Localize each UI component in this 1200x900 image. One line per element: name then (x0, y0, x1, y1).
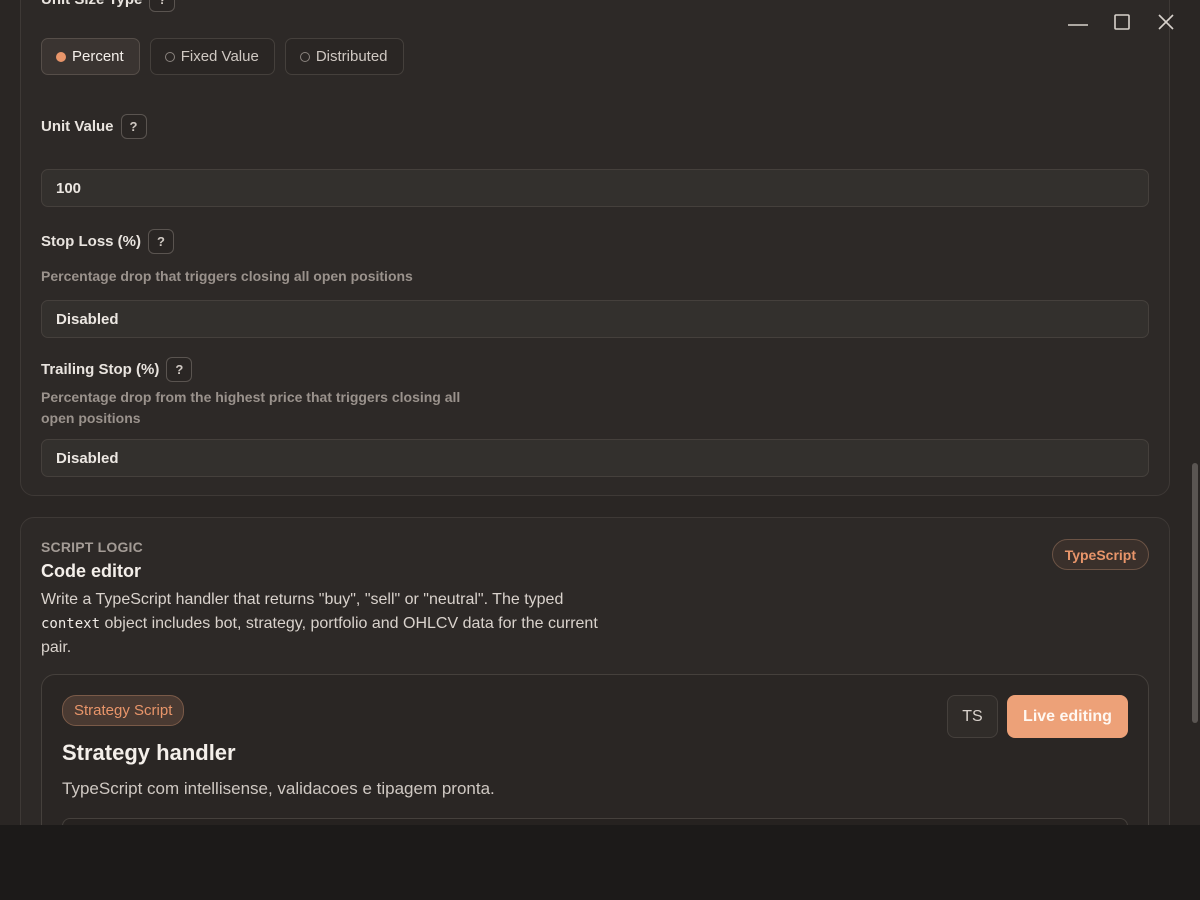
help-icon[interactable]: ? (166, 357, 193, 382)
trailing-stop-description: Percentage drop from the highest price t… (41, 389, 461, 426)
radio-percent[interactable]: Percent (41, 38, 140, 75)
help-icon[interactable]: ? (149, 0, 176, 12)
section-description: Write a TypeScript handler that returns … (41, 591, 598, 656)
scrollbar-thumb[interactable] (1192, 463, 1198, 723)
app-viewport: Unit Size Type ? Percent Fixed Value Dis… (0, 0, 1200, 825)
section-eyebrow: SCRIPT LOGIC (41, 539, 143, 555)
language-badge: TypeScript (1051, 539, 1149, 570)
stop-loss-description: Percentage drop that triggers closing al… (41, 268, 413, 284)
radio-empty-icon (164, 51, 175, 62)
radio-distributed[interactable]: Distributed (284, 38, 404, 75)
unit-value-input[interactable]: 100 (41, 169, 1149, 207)
stop-loss-label: Stop Loss (%) ? (41, 229, 174, 254)
radio-empty-icon (299, 51, 310, 62)
unit-size-type-radio-group: Percent Fixed Value Distributed (41, 38, 404, 75)
section-title: Code editor (41, 561, 142, 581)
editor-subtitle: TypeScript com intellisense, validacoes … (62, 779, 495, 798)
radio-fixed-value[interactable]: Fixed Value (149, 38, 275, 75)
trailing-stop-label: Trailing Stop (%) ? (41, 357, 193, 382)
live-editing-button[interactable]: Live editing (1007, 695, 1128, 738)
trailing-stop-input[interactable]: Disabled (41, 439, 1149, 477)
unit-value-label: Unit Value ? (41, 114, 147, 139)
context-code: context (41, 616, 101, 632)
close-icon[interactable] (1154, 8, 1178, 36)
strategy-script-pill: Strategy Script (62, 695, 185, 726)
help-icon[interactable]: ? (148, 229, 174, 254)
scrollbar[interactable] (1190, 0, 1200, 825)
script-logic-card: SCRIPT LOGIC Code editor Write a TypeScr… (20, 517, 1170, 825)
radio-selected-icon (56, 51, 66, 62)
window-controls (1066, 8, 1178, 36)
bottom-bar (0, 825, 1200, 900)
position-sizing-card: Unit Size Type ? Percent Fixed Value Dis… (20, 0, 1170, 496)
stop-loss-input[interactable]: Disabled (41, 300, 1149, 338)
help-icon[interactable]: ? (120, 114, 147, 139)
code-editor-area[interactable] (62, 818, 1128, 825)
maximize-icon[interactable] (1110, 8, 1134, 36)
minimize-icon[interactable] (1066, 8, 1090, 36)
unit-size-type-label: Unit Size Type ? (41, 0, 176, 12)
strategy-editor-panel: Strategy Script Strategy handler TypeScr… (41, 674, 1149, 825)
ts-button[interactable]: TS (947, 695, 998, 738)
editor-title: Strategy handler (62, 740, 236, 765)
